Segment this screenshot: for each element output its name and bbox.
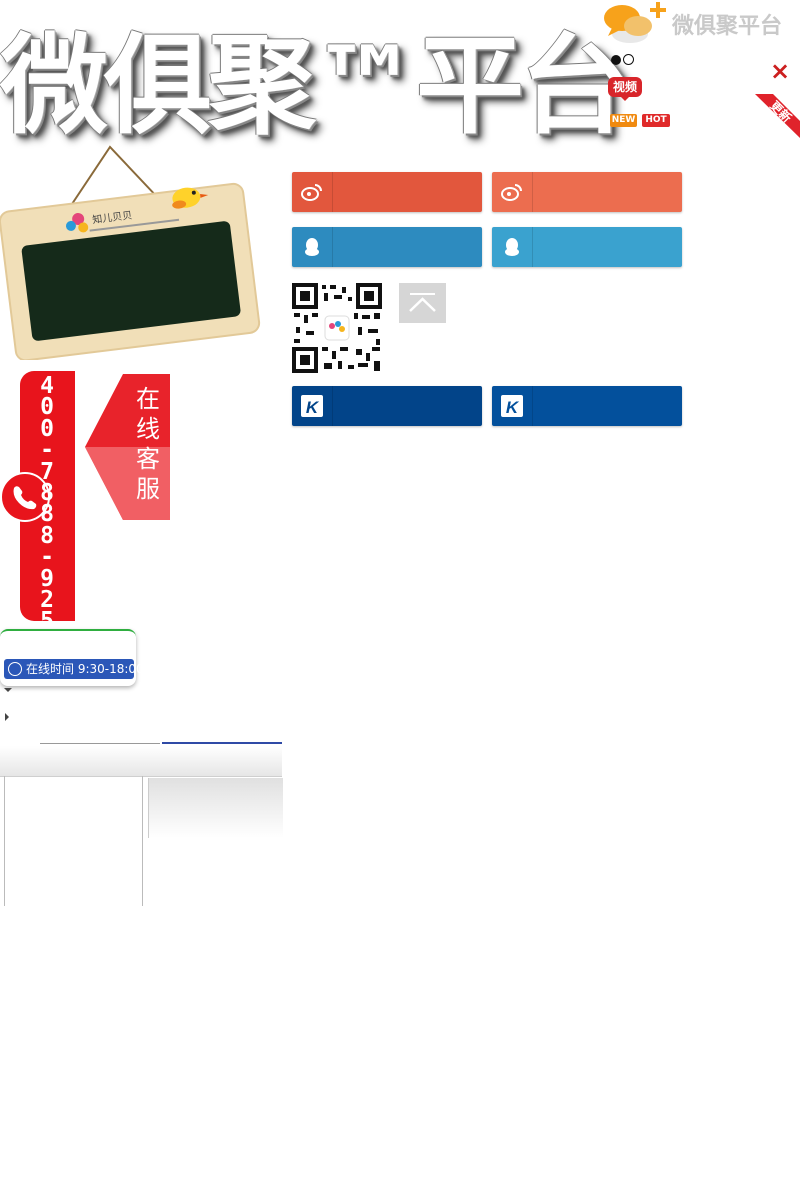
k-logo-icon: K xyxy=(292,386,333,426)
blackboard-image: 知儿贝贝 xyxy=(0,145,261,360)
phone-number-text: 400-7888-925 xyxy=(40,373,54,635)
svg-text:K: K xyxy=(306,398,320,417)
arrow-up-icon xyxy=(409,293,436,312)
expand-right-icon[interactable] xyxy=(5,713,13,721)
svg-text:K: K xyxy=(506,398,520,417)
weibo-button[interactable] xyxy=(292,172,482,212)
logo-text: 微俱聚平台 xyxy=(672,14,783,39)
divider xyxy=(40,743,160,744)
chat-bubbles-plus-icon xyxy=(604,2,666,43)
page-title: 微俱聚™平台 xyxy=(0,24,628,149)
qr-code-image xyxy=(292,283,382,373)
weibo-button[interactable] xyxy=(492,172,682,212)
k-logo-icon: K xyxy=(492,386,533,426)
qq-penguin-icon xyxy=(492,227,533,267)
qq-button[interactable] xyxy=(492,227,682,267)
hot-badge: HOT xyxy=(642,114,670,127)
slide-dot[interactable] xyxy=(623,54,634,65)
online-service-label: 在线客服 xyxy=(136,385,160,503)
active-tab-underline xyxy=(162,742,282,744)
expand-down-icon[interactable] xyxy=(4,688,12,696)
online-time-text: 在线时间 9:30-18:00 xyxy=(26,662,144,676)
video-badge[interactable]: 视频 xyxy=(608,77,642,101)
panel-left-column xyxy=(4,776,143,906)
qq-penguin-icon xyxy=(292,227,333,267)
phone-number: 400-7888-925 xyxy=(22,373,72,635)
kaixin-button[interactable]: K xyxy=(292,386,482,426)
new-badge: NEW xyxy=(610,114,637,127)
clock-icon xyxy=(8,662,22,676)
qq-button[interactable] xyxy=(292,227,482,267)
panel-right-column xyxy=(148,778,283,838)
slide-dot-active[interactable] xyxy=(611,55,621,65)
close-icon[interactable]: × xyxy=(770,58,790,84)
kaixin-button[interactable]: K xyxy=(492,386,682,426)
weibo-icon xyxy=(292,172,333,212)
panel-header xyxy=(0,746,282,777)
weibo-icon xyxy=(492,172,533,212)
back-to-top-button[interactable] xyxy=(399,283,446,323)
